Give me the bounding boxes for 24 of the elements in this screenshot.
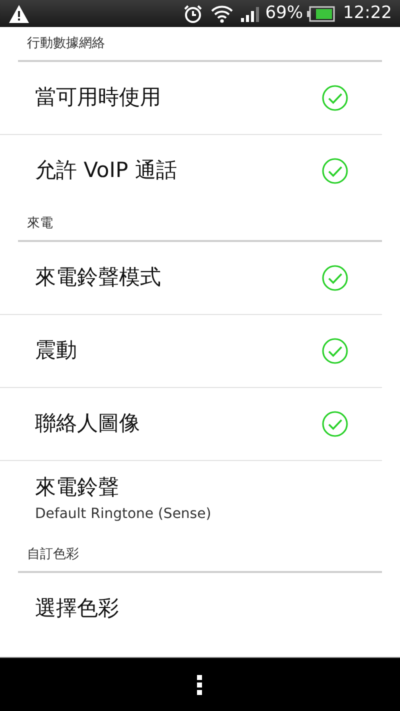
check-circle-icon[interactable] [321, 410, 349, 438]
clock-time: 12:22 [343, 2, 392, 25]
setting-label: 允許 VoIP 通話 [35, 157, 177, 184]
warning-icon [8, 4, 30, 24]
more-options-icon[interactable] [197, 674, 203, 694]
check-circle-icon[interactable] [321, 264, 349, 292]
battery-icon [307, 6, 335, 22]
setting-label: 來電鈴聲模式 [35, 264, 161, 292]
section-header: 來電 [27, 214, 53, 233]
check-circle-icon[interactable] [321, 337, 349, 365]
battery-percent: 69% [265, 2, 303, 25]
wifi-icon [211, 4, 234, 22]
setting-label: 當可用時使用 [35, 84, 161, 112]
setting-label: 震動 [35, 337, 77, 364]
check-circle-icon[interactable] [321, 84, 349, 112]
check-circle-icon[interactable] [321, 157, 349, 185]
setting-label: 選擇色彩 [35, 595, 119, 622]
setting-label: 聯絡人圖像 [35, 410, 140, 438]
alarm-clock-icon [183, 4, 204, 24]
setting-summary: Default Ringtone (Sense) [35, 505, 212, 524]
section-header: 自訂色彩 [27, 546, 79, 564]
signal-icon [241, 6, 262, 22]
setting-label: 來電鈴聲 [35, 474, 120, 500]
section-header: 行動數據網絡 [27, 34, 105, 53]
